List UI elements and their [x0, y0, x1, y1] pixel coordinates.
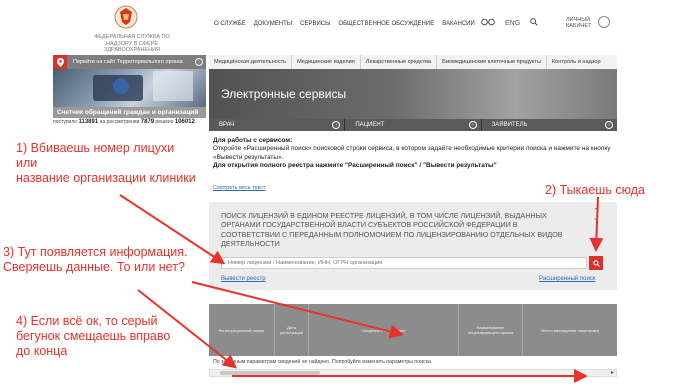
arrow-3 [191, 281, 404, 339]
annotation-arrows [119, 194, 604, 383]
arrow-4a [137, 289, 238, 369]
arrow-2 [589, 196, 604, 252]
arrow-1 [119, 194, 226, 265]
